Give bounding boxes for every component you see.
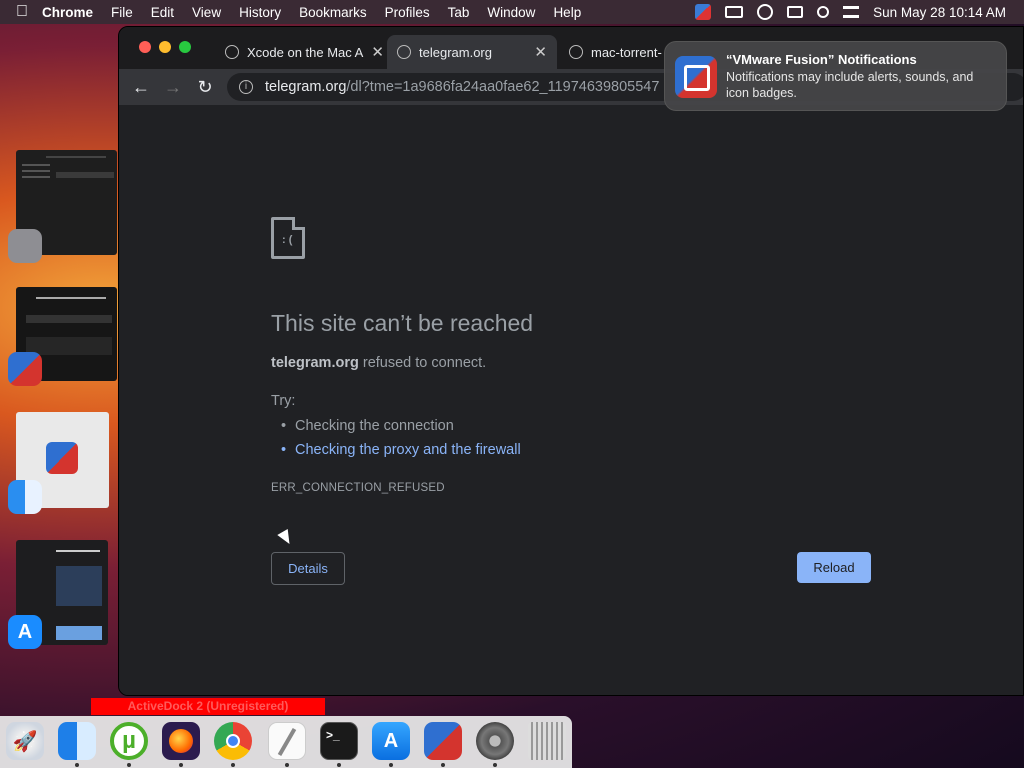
globe-icon	[225, 45, 239, 59]
app-store-icon[interactable]: A	[372, 722, 410, 760]
menu-tab[interactable]: Tab	[448, 5, 470, 20]
menubar-clock[interactable]: Sun May 28 10:14 AM	[873, 5, 1006, 20]
close-window-button[interactable]	[139, 41, 151, 53]
reload-icon[interactable]: ↻	[189, 77, 221, 98]
running-indicator	[179, 763, 183, 767]
launchpad-icon[interactable]: 🚀	[6, 722, 44, 760]
app-store-icon: A	[8, 615, 42, 649]
tab-telegram[interactable]: telegram.org ✕	[387, 35, 557, 69]
trash-icon[interactable]	[528, 722, 566, 760]
zoom-window-button[interactable]	[179, 41, 191, 53]
running-indicator	[493, 763, 497, 767]
running-indicator	[231, 763, 235, 767]
menu-window[interactable]: Window	[487, 5, 535, 20]
reload-button[interactable]: Reload	[797, 552, 871, 583]
menu-view[interactable]: View	[192, 5, 221, 20]
error-message: telegram.org refused to connect.	[271, 355, 486, 371]
control-center-icon[interactable]	[843, 6, 860, 18]
close-icon[interactable]: ✕	[363, 43, 384, 61]
suggestion-proxy-firewall-link[interactable]: Checking the proxy and the firewall	[281, 442, 521, 458]
error-code: ERR_CONNECTION_REFUSED	[271, 482, 445, 494]
forward-arrow-icon[interactable]: →	[157, 77, 189, 98]
windows-icon[interactable]	[787, 6, 804, 18]
running-indicator	[285, 763, 289, 767]
try-label: Try:	[271, 393, 296, 409]
tab-title: Xcode on the Mac A	[247, 44, 364, 60]
running-indicator	[127, 763, 131, 767]
suggestion-connection: Checking the connection	[281, 418, 454, 434]
menu-edit[interactable]: Edit	[151, 5, 174, 20]
error-page: : ( This site can’t be reached telegram.…	[119, 105, 1023, 695]
vmware-fusion-icon[interactable]	[695, 4, 712, 20]
details-button[interactable]: Details	[271, 552, 345, 585]
system-settings-icon[interactable]	[476, 722, 514, 760]
finder-icon[interactable]	[58, 722, 96, 760]
search-icon[interactable]	[817, 6, 830, 18]
error-title: This site can’t be reached	[271, 310, 534, 336]
display-icon[interactable]	[725, 6, 744, 18]
menu-profiles[interactable]: Profiles	[385, 5, 430, 20]
system-settings-icon	[8, 229, 42, 263]
activedock-label: ActiveDock 2 (Unregistered)	[91, 698, 325, 715]
vmware-fusion-icon[interactable]	[424, 722, 462, 760]
tab-mac-torrent[interactable]: mac-torrent-	[559, 35, 669, 69]
firefox-icon[interactable]	[162, 722, 200, 760]
menu-history[interactable]: History	[239, 5, 281, 20]
chrome-icon[interactable]	[214, 722, 252, 760]
finder-icon	[8, 480, 42, 514]
menu-app-name[interactable]: Chrome	[42, 5, 93, 20]
menu-bookmarks[interactable]: Bookmarks	[299, 5, 367, 20]
tab-title: mac-torrent-	[591, 44, 662, 60]
globe-icon	[397, 45, 411, 59]
wordpress-icon[interactable]	[757, 4, 774, 20]
tab-title: telegram.org	[419, 44, 492, 60]
error-message-text: refused to connect.	[358, 355, 487, 371]
running-indicator	[75, 763, 79, 767]
vmware-fusion-icon	[675, 56, 717, 98]
globe-icon	[569, 45, 583, 59]
textedit-icon[interactable]	[268, 722, 306, 760]
browser-window: Xcode on the Mac A ✕ telegram.org ✕ mac-…	[118, 26, 1024, 696]
notification-banner[interactable]: “VMware Fusion” Notifications Notificati…	[664, 41, 1007, 111]
close-icon[interactable]: ✕	[526, 43, 547, 61]
info-icon[interactable]: i	[239, 80, 253, 94]
url-host: telegram.org	[265, 79, 347, 95]
vmware-fusion-icon	[8, 352, 42, 386]
running-indicator	[337, 763, 341, 767]
menu-help[interactable]: Help	[553, 5, 581, 20]
apple-menu-icon[interactable]: 	[10, 3, 34, 21]
tab-xcode[interactable]: Xcode on the Mac A ✕	[215, 35, 385, 69]
running-indicator	[389, 763, 393, 767]
back-arrow-icon[interactable]: ←	[125, 77, 157, 98]
running-indicator	[441, 763, 445, 767]
sad-document-icon: : (	[271, 217, 305, 259]
utorrent-icon[interactable]: µ	[110, 722, 148, 760]
url-path: /dl?tme=1a9686fa24aa0fae62_1197463980554…	[346, 79, 660, 95]
notification-body: Notifications may include alerts, sounds…	[726, 70, 974, 100]
notification-title: “VMware Fusion” Notifications	[726, 52, 917, 67]
menu-bar:  Chrome File Edit View History Bookmark…	[0, 0, 1024, 24]
terminal-icon[interactable]: >_	[320, 722, 358, 760]
dock: 🚀 µ >_ A	[0, 716, 572, 768]
error-host: telegram.org	[271, 355, 359, 371]
minimize-window-button[interactable]	[159, 41, 171, 53]
menu-file[interactable]: File	[111, 5, 133, 20]
